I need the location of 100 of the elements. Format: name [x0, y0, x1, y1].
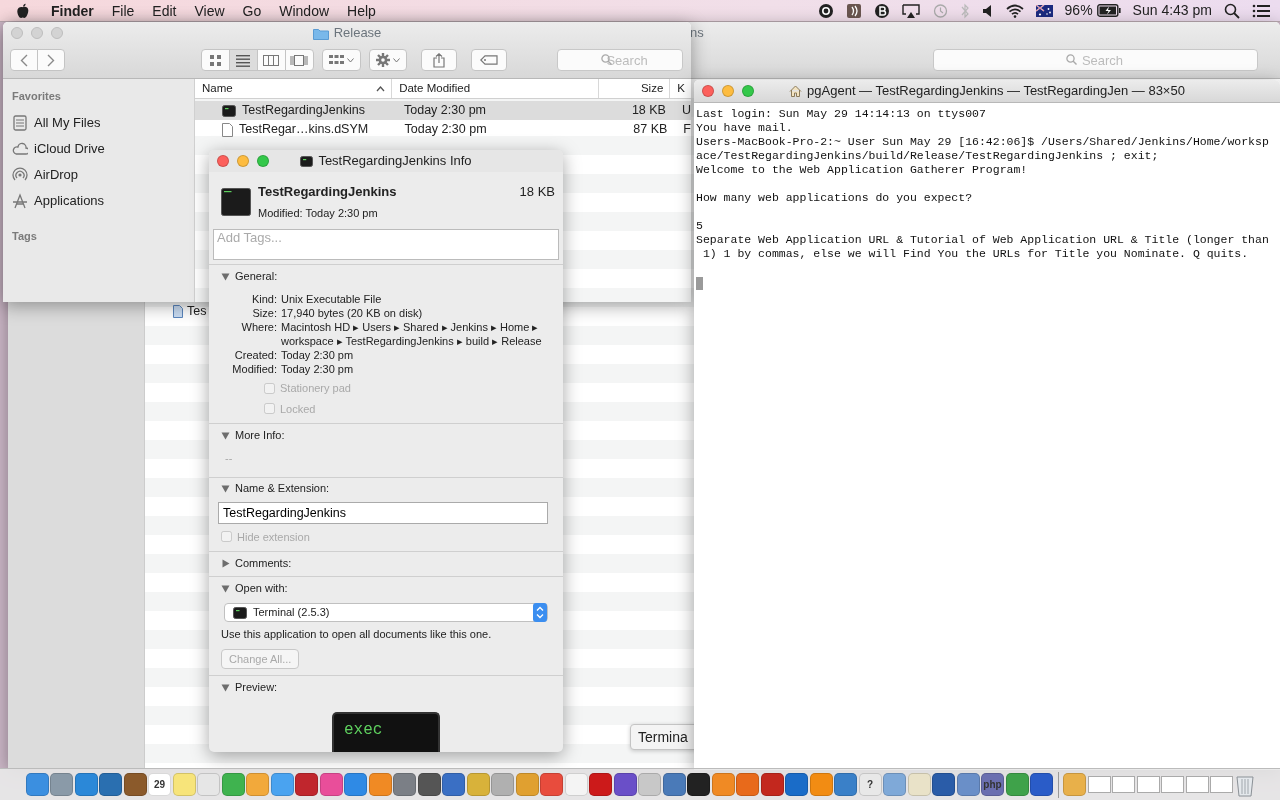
folder-icon: [312, 26, 329, 40]
app-icon[interactable]: [932, 773, 955, 796]
field-label: Size:: [251, 306, 277, 320]
name-field[interactable]: TestRegardingJenkins: [218, 501, 548, 524]
sidebar-item[interactable]: iCloud Drive: [12, 135, 194, 162]
app-icon[interactable]: [417, 773, 441, 796]
section-header[interactable]: More Info:: [221, 428, 551, 442]
file-row[interactable]: TestRegar…kins.dSYM Today 2:30 pm 87 KB F: [195, 120, 691, 139]
menu-clock[interactable]: Sun 4:43 pm: [1132, 0, 1212, 21]
column-header[interactable]: Name: [195, 79, 393, 98]
column-header[interactable]: Size: [599, 79, 671, 98]
arrange-button[interactable]: [321, 49, 361, 71]
section-header[interactable]: Open with:: [221, 581, 551, 595]
executable-icon: [221, 188, 251, 216]
search-icon[interactable]: [1224, 2, 1240, 19]
sidebar-heading: Tags: [12, 228, 38, 244]
menu-item[interactable]: Edit: [143, 0, 186, 22]
checkbox-label: Locked: [280, 401, 316, 417]
terminal-line: Separate Web Application URL & Tutorial of Web Application URL & Title (longer than: [696, 233, 1270, 247]
menu-icon[interactable]: [1252, 3, 1270, 18]
apple-icon: [16, 2, 30, 19]
file-name[interactable]: Tes: [187, 302, 207, 321]
view-mode-button[interactable]: [228, 49, 258, 71]
view-mode-button[interactable]: [200, 49, 230, 71]
app-icon[interactable]: ?: [858, 773, 882, 796]
app-icon[interactable]: [613, 773, 637, 796]
size-cell-text: 87 KB: [632, 121, 669, 139]
search-field[interactable]: Search: [933, 49, 1258, 71]
caret-icon: [392, 57, 400, 63]
airplay-icon[interactable]: [901, 3, 920, 18]
column-header[interactable]: Date Modified: [392, 79, 600, 98]
share-icon: [432, 52, 445, 68]
preview-thumbnail: exec: [332, 712, 440, 752]
file-name: TestRegar…kins.dSYM: [239, 121, 369, 139]
cover-flow-icon: [290, 53, 309, 67]
menu-item[interactable]: Go: [233, 0, 271, 22]
menu-item[interactable]: Help: [338, 0, 385, 22]
back-button[interactable]: [10, 49, 38, 71]
window-thumbnail[interactable]: [1161, 776, 1184, 793]
app-icon[interactable]: [589, 773, 612, 796]
window-thumbnail[interactable]: [1112, 776, 1135, 793]
share-button[interactable]: [420, 49, 457, 71]
app-dropdown[interactable]: Terminal (2.5.3): [224, 603, 548, 622]
status-icon[interactable]: [845, 2, 862, 19]
column-header[interactable]: K: [670, 79, 691, 98]
menu-item[interactable]: View: [185, 0, 234, 22]
forward-button[interactable]: [37, 49, 65, 71]
window-thumbnail[interactable]: [1136, 776, 1160, 793]
file-row[interactable]: TestRegardingJenkins Today 2:30 pm 18 KB U: [195, 101, 691, 120]
file-size: 18 KB: [519, 183, 555, 201]
window-thumbnail[interactable]: [1210, 776, 1233, 793]
app-icon[interactable]: [687, 773, 710, 796]
app-menu[interactable]: Finder: [42, 0, 103, 22]
home-icon: [789, 85, 803, 97]
sidebar-item[interactable]: Applications: [12, 187, 194, 214]
app-icon[interactable]: 29: [148, 773, 171, 796]
volume-icon[interactable]: [981, 3, 994, 18]
terminal-line: Welcome to the Web Application Gatherer Program!: [696, 163, 1029, 177]
section-header[interactable]: Name & Extension:: [221, 481, 551, 496]
status-icon[interactable]: [873, 2, 890, 19]
stack-icon: [12, 114, 28, 131]
chevron-right-icon: [47, 53, 55, 67]
terminal-line: How many web applications do you expect?: [696, 191, 974, 205]
field-value: --: [225, 451, 234, 466]
window-title: TestRegardingJenkins Info: [318, 152, 472, 171]
app-icon[interactable]: [123, 773, 147, 796]
table-cell-text: U: [680, 102, 691, 120]
date-cell-text: Today 2:30 pm: [403, 102, 487, 120]
document-icon: [222, 122, 233, 137]
terminal-line: 5: [696, 219, 704, 233]
list-view-icon: [236, 53, 251, 67]
sidebar-item[interactable]: All My Files: [12, 109, 194, 136]
menu-item[interactable]: File: [102, 0, 144, 22]
column-view-icon: [263, 53, 280, 67]
window-thumbnail[interactable]: [1087, 776, 1111, 793]
gear-icon: [375, 53, 390, 67]
section-header[interactable]: Preview:: [221, 680, 551, 694]
status-icon[interactable]: [817, 2, 834, 19]
field-value: Today 2:30 pm: [281, 362, 355, 376]
window-title: pgAgent — TestRegardingJenkins — TestRegardingJen — 83×50: [807, 82, 1185, 101]
applications-icon: [12, 192, 28, 209]
app-icon[interactable]: [760, 773, 784, 796]
tag-button[interactable]: [470, 49, 508, 71]
window-thumbnail[interactable]: [1185, 776, 1209, 793]
battery-icon[interactable]: [1096, 4, 1121, 17]
view-mode-button[interactable]: [256, 49, 286, 71]
clock-icon[interactable]: [931, 2, 948, 19]
section-header[interactable]: General:: [221, 269, 551, 283]
sidebar-item[interactable]: AirDrop: [12, 161, 194, 188]
app-icon[interactable]: [1030, 773, 1053, 796]
app-icon[interactable]: [295, 773, 318, 796]
tags-field[interactable]: Add Tags...: [213, 229, 559, 260]
menu-item[interactable]: Window: [270, 0, 339, 22]
field-value: Unix Executable File: [281, 292, 383, 306]
action-button[interactable]: [368, 49, 407, 71]
field-value: 17,940 bytes (20 KB on disk): [281, 306, 424, 320]
airdrop-icon: [12, 166, 28, 183]
view-mode-button[interactable]: [284, 49, 314, 71]
wifi-icon[interactable]: [1005, 3, 1024, 18]
section-header[interactable]: Comments:: [221, 556, 551, 570]
